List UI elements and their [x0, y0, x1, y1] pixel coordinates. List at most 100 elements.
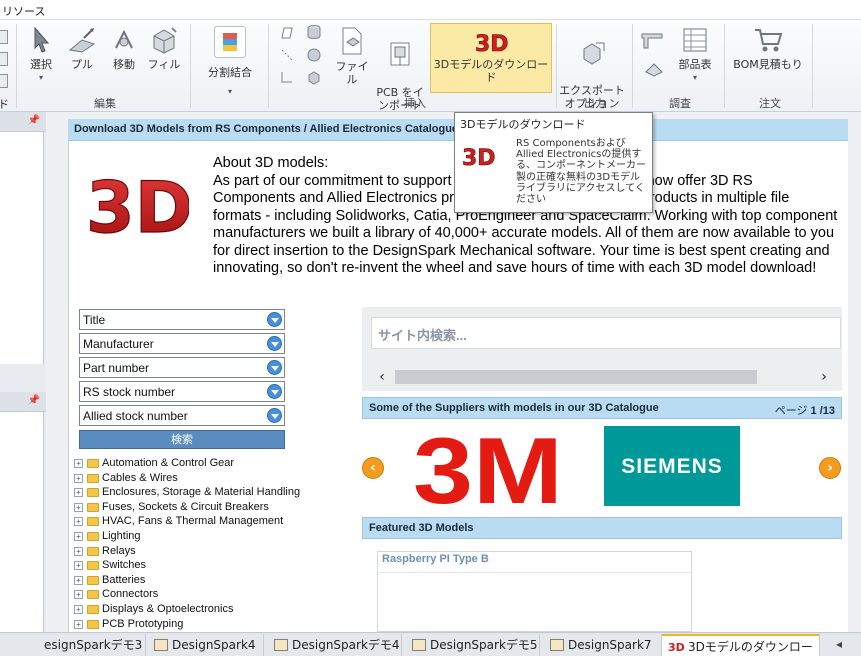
group-label-edit: 編集 — [94, 97, 116, 110]
category-item[interactable]: + HVAC, Fans & Thermal Management — [74, 515, 344, 530]
eraser-icon[interactable] — [644, 60, 664, 78]
category-item[interactable]: + Lighting — [74, 530, 344, 545]
chevron-down-icon[interactable] — [267, 360, 282, 375]
corner-icon[interactable] — [280, 70, 294, 84]
clipped-label: ド — [0, 98, 9, 111]
expand-icon[interactable]: + — [74, 575, 83, 585]
category-item[interactable]: + Switches — [74, 559, 344, 574]
tab-document[interactable]: DesignSpark7 — [540, 634, 662, 656]
expand-icon[interactable]: + — [74, 488, 83, 498]
pin-icon[interactable]: 📌 — [28, 395, 40, 406]
category-item[interactable]: + Enclosures, Storage & Material Handling — [74, 486, 344, 501]
expand-icon[interactable]: + — [74, 561, 83, 571]
select-button[interactable]: 選択 ▾ — [24, 26, 58, 84]
fill-label: フィル — [147, 58, 181, 71]
divider — [378, 572, 691, 573]
file-insert-icon — [342, 27, 362, 55]
carousel-prev-icon[interactable]: ‹ — [362, 457, 384, 479]
manufacturer-dropdown[interactable]: Manufacturer — [79, 333, 285, 354]
clipped-icon[interactable] — [0, 30, 8, 44]
tab-document[interactable]: DesignSparkデモ4 — [264, 634, 402, 656]
title-dropdown[interactable]: Title — [79, 309, 285, 330]
category-item[interactable]: + Automation & Control Gear — [74, 457, 344, 472]
folder-icon — [87, 488, 99, 498]
scroll-thumb[interactable] — [395, 370, 757, 384]
tab-document[interactable]: DesignSparkデモ5 — [402, 634, 540, 656]
site-search-input[interactable]: サイト内検索... — [371, 317, 841, 349]
category-item[interactable]: + Relays — [74, 545, 344, 560]
expand-icon[interactable]: + — [74, 546, 83, 556]
page-prefix: ページ — [774, 405, 808, 417]
line-icon[interactable] — [280, 48, 294, 62]
move-label: 移動 — [113, 58, 135, 71]
clipped-icon[interactable] — [0, 52, 8, 66]
caliper-icon[interactable] — [640, 30, 664, 50]
category-item[interactable]: + Fuses, Sockets & Circuit Breakers — [74, 501, 344, 516]
tab-document[interactable]: DesignSpark4 — [146, 634, 264, 656]
category-item[interactable]: + Connectors — [74, 588, 344, 603]
featured-item-title[interactable]: Raspberry PI Type B — [382, 553, 489, 565]
category-item[interactable]: + Cables & Wires — [74, 472, 344, 487]
horizontal-scrollbar[interactable]: ‹ › — [373, 368, 833, 386]
logo-siemens[interactable]: SIEMENS — [604, 426, 740, 506]
bom-quote-button[interactable]: BOM見積もり — [730, 26, 806, 71]
tab-3d-download[interactable]: 3D3Dモデルのダウンロード✕ — [662, 634, 820, 656]
folder-icon — [87, 604, 99, 614]
sphere-icon[interactable] — [306, 47, 322, 63]
folder-icon — [87, 561, 99, 571]
expand-icon[interactable]: + — [74, 590, 83, 600]
expand-icon[interactable]: + — [74, 459, 83, 468]
scroll-left-icon[interactable]: ‹ — [373, 368, 391, 386]
shell-icon[interactable] — [306, 70, 322, 86]
file-button[interactable]: ファイル — [332, 26, 372, 86]
search-button[interactable]: 検索 — [79, 430, 285, 449]
chevron-down-icon[interactable] — [267, 408, 282, 423]
download-3d-icon: 3D — [475, 32, 508, 55]
pull-icon — [68, 28, 96, 53]
ribbon-separator — [812, 24, 813, 108]
field-label: Allied stock number — [83, 409, 188, 423]
download-3d-button[interactable]: 3D 3Dモデルのダウンロード — [430, 23, 552, 93]
split-merge-button[interactable]: 分割結合 ▾ — [200, 26, 260, 98]
split-merge-icon — [214, 26, 246, 58]
folder-icon — [87, 459, 99, 468]
tooltip-body: RS Componentsおよび Allied Electronicsの提供する… — [516, 138, 646, 206]
tab-label: DesignSpark7 — [568, 638, 652, 652]
category-item[interactable]: + Displays & Optoelectronics — [74, 603, 344, 618]
cylinder-icon[interactable] — [306, 24, 322, 40]
category-item[interactable]: + PCB Prototyping — [74, 618, 344, 633]
sketch-rect-icon[interactable] — [280, 26, 294, 40]
expand-icon[interactable]: + — [74, 619, 83, 629]
scroll-right-icon[interactable]: › — [815, 368, 833, 386]
category-label: Connectors — [102, 588, 159, 601]
expand-icon[interactable]: + — [74, 531, 83, 541]
move-button[interactable]: 移動 — [106, 26, 142, 71]
expand-icon[interactable]: + — [74, 473, 83, 483]
carousel-next-icon[interactable]: › — [819, 457, 841, 479]
chevron-down-icon[interactable] — [267, 336, 282, 351]
tab-document[interactable]: esignSparkデモ3 — [40, 634, 146, 656]
pcb-icon — [390, 42, 410, 66]
svg-text:3D: 3D — [475, 32, 508, 55]
pull-button[interactable]: プル — [64, 26, 100, 71]
pin-icon[interactable]: 📌 — [28, 115, 40, 126]
expand-icon[interactable]: + — [74, 604, 83, 614]
tab-scroll-left-icon[interactable]: ◂ — [836, 637, 842, 651]
logo-3m[interactable]: 3M — [413, 427, 563, 507]
category-label: Lighting — [102, 529, 141, 542]
featured-item-card[interactable]: Raspberry PI Type B — [377, 551, 692, 632]
split-merge-label: 分割結合 — [208, 66, 252, 79]
fill-button[interactable]: フィル — [146, 26, 182, 71]
parts-table-button[interactable]: 部品表 ▾ — [672, 26, 718, 84]
rs-stock-number-dropdown[interactable]: RS stock number — [79, 381, 285, 402]
chevron-down-icon[interactable] — [267, 312, 282, 327]
part-number-dropdown[interactable]: Part number — [79, 357, 285, 378]
category-label: Switches — [102, 559, 147, 572]
expand-icon[interactable]: + — [74, 502, 83, 512]
category-item[interactable]: + Batteries — [74, 574, 344, 589]
expand-icon[interactable]: + — [74, 517, 83, 527]
chevron-down-icon[interactable] — [267, 384, 282, 399]
clipped-icon[interactable] — [0, 74, 8, 88]
allied-stock-number-dropdown[interactable]: Allied stock number — [79, 405, 285, 426]
tab-label: 3Dモデルのダウンロード — [688, 640, 813, 654]
